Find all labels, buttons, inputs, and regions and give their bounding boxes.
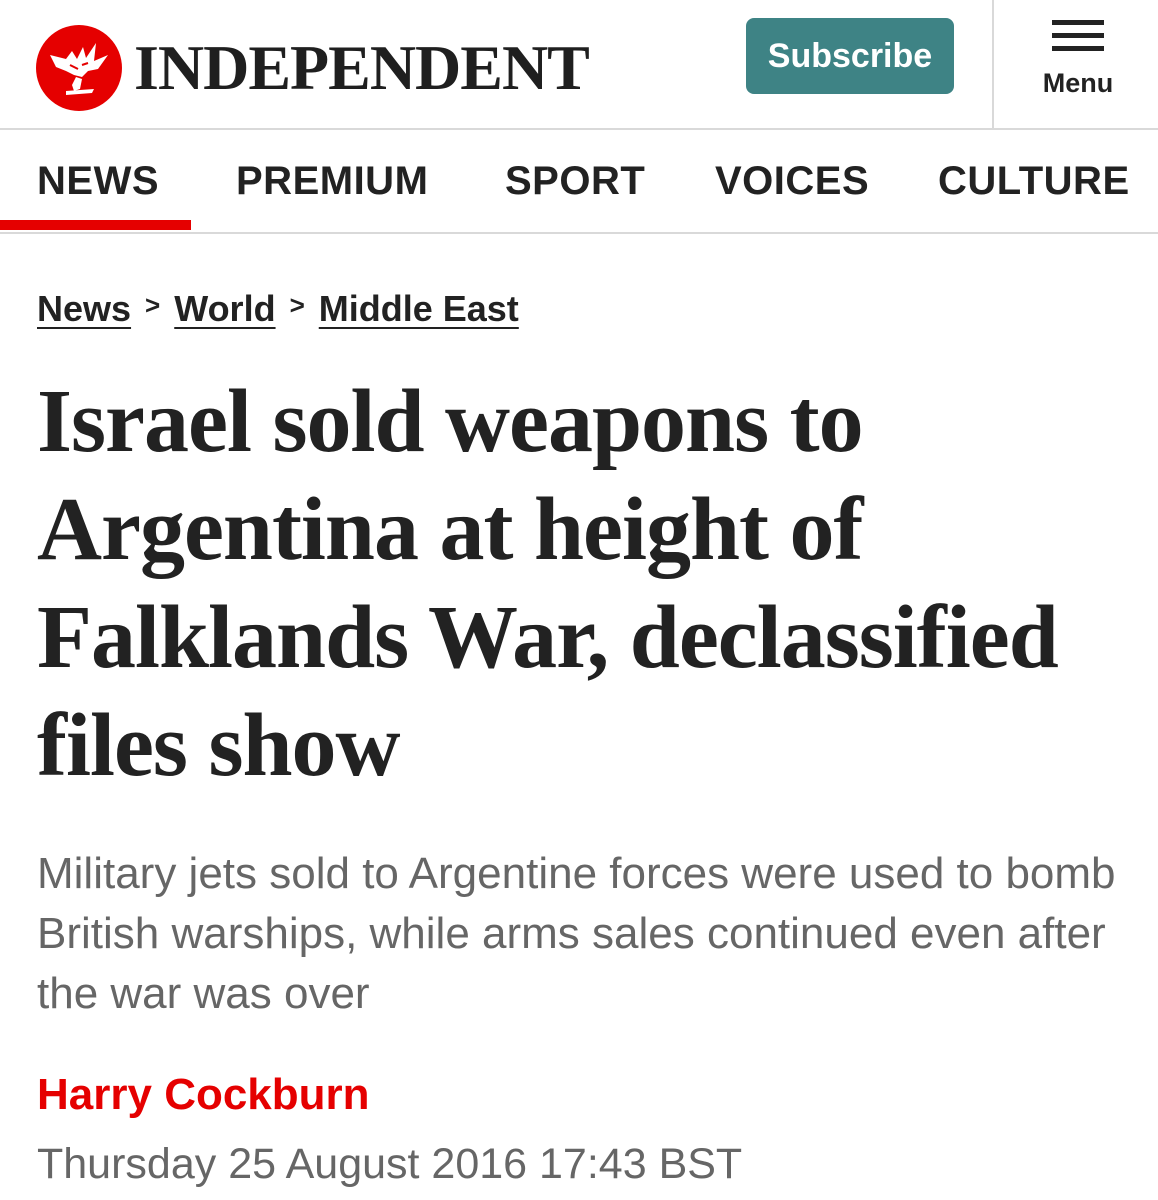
main-nav: NEWS PREMIUM SPORT VOICES CULTURE bbox=[0, 130, 1158, 234]
active-nav-indicator bbox=[0, 220, 191, 230]
nav-item-sport[interactable]: SPORT bbox=[505, 130, 645, 232]
publish-date: Thursday 25 August 2016 17:43 BST bbox=[37, 1140, 743, 1188]
nav-item-voices[interactable]: VOICES bbox=[715, 130, 869, 232]
logo-wordmark: INDEPENDENT bbox=[134, 32, 590, 103]
breadcrumb-news[interactable]: News bbox=[37, 288, 131, 330]
breadcrumb-separator: > bbox=[289, 289, 305, 320]
author-link[interactable]: Harry Cockburn bbox=[37, 1070, 370, 1120]
site-logo[interactable]: INDEPENDENT bbox=[36, 22, 590, 114]
subscribe-button[interactable]: Subscribe bbox=[746, 18, 954, 94]
hamburger-icon bbox=[1052, 20, 1104, 54]
breadcrumb: News > World > Middle East bbox=[37, 284, 519, 334]
page: INDEPENDENT Subscribe Menu NEWS PREMIUM … bbox=[0, 0, 1158, 1200]
eagle-icon bbox=[36, 25, 122, 111]
article-standfirst: Military jets sold to Argentine forces w… bbox=[37, 849, 1116, 1018]
nav-item-news[interactable]: NEWS bbox=[37, 130, 159, 232]
menu-button[interactable]: Menu bbox=[1020, 14, 1136, 110]
article-headline: Israel sold weapons to Argentina at heig… bbox=[37, 372, 1059, 795]
breadcrumb-middle-east[interactable]: Middle East bbox=[319, 288, 519, 330]
nav-item-premium[interactable]: PREMIUM bbox=[236, 130, 428, 232]
menu-label: Menu bbox=[1042, 68, 1114, 98]
header-divider bbox=[992, 0, 994, 128]
breadcrumb-separator: > bbox=[145, 289, 161, 320]
breadcrumb-world[interactable]: World bbox=[174, 288, 275, 330]
nav-item-culture[interactable]: CULTURE bbox=[938, 130, 1130, 232]
site-header: INDEPENDENT Subscribe Menu bbox=[0, 0, 1158, 130]
